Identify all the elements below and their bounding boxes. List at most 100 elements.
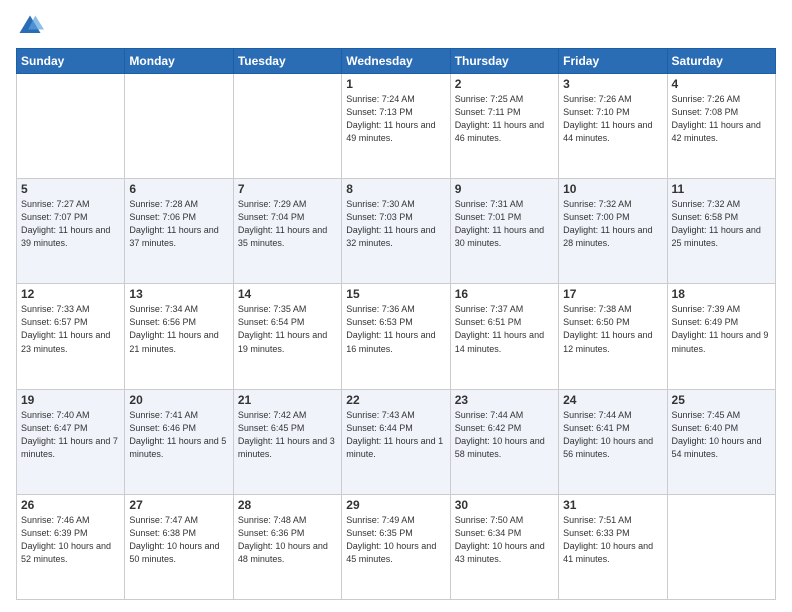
day-cell-2: 2 Sunrise: 7:25 AMSunset: 7:11 PMDaylight… [450,74,558,179]
day-info: Sunrise: 7:41 AMSunset: 6:46 PMDaylight:… [129,409,228,461]
day-number: 2 [455,77,554,91]
day-info: Sunrise: 7:42 AMSunset: 6:45 PMDaylight:… [238,409,337,461]
day-cell-3: 3 Sunrise: 7:26 AMSunset: 7:10 PMDaylight… [559,74,667,179]
weekday-header-saturday: Saturday [667,49,775,74]
day-cell-27: 27Sunrise: 7:47 AMSunset: 6:38 PMDayligh… [125,494,233,599]
day-info: Sunrise: 7:27 AMSunset: 7:07 PMDaylight:… [21,198,120,250]
day-number: 22 [346,393,445,407]
weekday-header-wednesday: Wednesday [342,49,450,74]
week-row-3: 12 Sunrise: 7:33 AMSunset: 6:57 PMDayligh… [17,284,776,389]
day-number: 30 [455,498,554,512]
day-cell-9: 9 Sunrise: 7:31 AMSunset: 7:01 PMDaylight… [450,179,558,284]
day-info: Sunrise: 7:25 AMSunset: 7:11 PMDaylight:… [455,93,554,145]
day-number: 24 [563,393,662,407]
day-cell-20: 20 Sunrise: 7:41 AMSunset: 6:46 PMDayligh… [125,389,233,494]
day-cell-21: 21 Sunrise: 7:42 AMSunset: 6:45 PMDayligh… [233,389,341,494]
day-number: 10 [563,182,662,196]
day-number: 7 [238,182,337,196]
weekday-header-tuesday: Tuesday [233,49,341,74]
day-number: 17 [563,287,662,301]
empty-cell [125,74,233,179]
day-cell-29: 29 Sunrise: 7:49 AMSunset: 6:35 PMDayligh… [342,494,450,599]
day-number: 9 [455,182,554,196]
weekday-header-friday: Friday [559,49,667,74]
day-cell-13: 13Sunrise: 7:34 AMSunset: 6:56 PMDayligh… [125,284,233,389]
day-cell-5: 5 Sunrise: 7:27 AMSunset: 7:07 PMDaylight… [17,179,125,284]
day-number: 13 [129,287,228,301]
day-info: Sunrise: 7:50 AMSunset: 6:34 PMDaylight:… [455,514,554,566]
day-cell-8: 8 Sunrise: 7:30 AMSunset: 7:03 PMDaylight… [342,179,450,284]
week-row-2: 5 Sunrise: 7:27 AMSunset: 7:07 PMDaylight… [17,179,776,284]
day-number: 29 [346,498,445,512]
day-number: 3 [563,77,662,91]
empty-cell [667,494,775,599]
day-cell-30: 30 Sunrise: 7:50 AMSunset: 6:34 PMDayligh… [450,494,558,599]
day-info: Sunrise: 7:43 AMSunset: 6:44 PMDaylight:… [346,409,445,461]
day-cell-7: 7 Sunrise: 7:29 AMSunset: 7:04 PMDaylight… [233,179,341,284]
day-info: Sunrise: 7:44 AMSunset: 6:42 PMDaylight:… [455,409,554,461]
day-info: Sunrise: 7:45 AMSunset: 6:40 PMDaylight:… [672,409,771,461]
day-info: Sunrise: 7:32 AMSunset: 7:00 PMDaylight:… [563,198,662,250]
logo-icon [16,12,44,40]
day-number: 20 [129,393,228,407]
logo [16,12,48,40]
day-info: Sunrise: 7:36 AMSunset: 6:53 PMDaylight:… [346,303,445,355]
day-info: Sunrise: 7:46 AMSunset: 6:39 PMDaylight:… [21,514,120,566]
day-info: Sunrise: 7:38 AMSunset: 6:50 PMDaylight:… [563,303,662,355]
week-row-1: 1 Sunrise: 7:24 AMSunset: 7:13 PMDaylight… [17,74,776,179]
day-cell-15: 15 Sunrise: 7:36 AMSunset: 6:53 PMDayligh… [342,284,450,389]
day-cell-26: 26 Sunrise: 7:46 AMSunset: 6:39 PMDayligh… [17,494,125,599]
day-number: 4 [672,77,771,91]
day-number: 12 [21,287,120,301]
day-cell-11: 11Sunrise: 7:32 AMSunset: 6:58 PMDayligh… [667,179,775,284]
day-number: 25 [672,393,771,407]
day-cell-12: 12 Sunrise: 7:33 AMSunset: 6:57 PMDayligh… [17,284,125,389]
day-cell-28: 28 Sunrise: 7:48 AMSunset: 6:36 PMDayligh… [233,494,341,599]
day-number: 27 [129,498,228,512]
weekday-header-monday: Monday [125,49,233,74]
day-cell-25: 25 Sunrise: 7:45 AMSunset: 6:40 PMDayligh… [667,389,775,494]
day-info: Sunrise: 7:32 AMSunset: 6:58 PMDaylight:… [672,198,771,250]
day-info: Sunrise: 7:49 AMSunset: 6:35 PMDaylight:… [346,514,445,566]
day-info: Sunrise: 7:29 AMSunset: 7:04 PMDaylight:… [238,198,337,250]
day-cell-4: 4 Sunrise: 7:26 AMSunset: 7:08 PMDaylight… [667,74,775,179]
day-info: Sunrise: 7:26 AMSunset: 7:10 PMDaylight:… [563,93,662,145]
day-cell-18: 18Sunrise: 7:39 AMSunset: 6:49 PMDayligh… [667,284,775,389]
day-number: 28 [238,498,337,512]
weekday-header-sunday: Sunday [17,49,125,74]
day-cell-14: 14Sunrise: 7:35 AMSunset: 6:54 PMDayligh… [233,284,341,389]
day-info: Sunrise: 7:30 AMSunset: 7:03 PMDaylight:… [346,198,445,250]
day-info: Sunrise: 7:51 AMSunset: 6:33 PMDaylight:… [563,514,662,566]
day-info: Sunrise: 7:26 AMSunset: 7:08 PMDaylight:… [672,93,771,145]
day-number: 16 [455,287,554,301]
day-number: 15 [346,287,445,301]
weekday-header-thursday: Thursday [450,49,558,74]
page: SundayMondayTuesdayWednesdayThursdayFrid… [0,0,792,612]
empty-cell [233,74,341,179]
day-cell-10: 10 Sunrise: 7:32 AMSunset: 7:00 PMDayligh… [559,179,667,284]
day-info: Sunrise: 7:28 AMSunset: 7:06 PMDaylight:… [129,198,228,250]
day-cell-22: 22 Sunrise: 7:43 AMSunset: 6:44 PMDayligh… [342,389,450,494]
day-number: 1 [346,77,445,91]
day-info: Sunrise: 7:24 AMSunset: 7:13 PMDaylight:… [346,93,445,145]
day-cell-19: 19 Sunrise: 7:40 AMSunset: 6:47 PMDayligh… [17,389,125,494]
day-number: 6 [129,182,228,196]
day-info: Sunrise: 7:31 AMSunset: 7:01 PMDaylight:… [455,198,554,250]
day-info: Sunrise: 7:48 AMSunset: 6:36 PMDaylight:… [238,514,337,566]
day-info: Sunrise: 7:44 AMSunset: 6:41 PMDaylight:… [563,409,662,461]
day-cell-17: 17 Sunrise: 7:38 AMSunset: 6:50 PMDayligh… [559,284,667,389]
day-number: 19 [21,393,120,407]
day-info: Sunrise: 7:37 AMSunset: 6:51 PMDaylight:… [455,303,554,355]
day-number: 8 [346,182,445,196]
day-info: Sunrise: 7:39 AMSunset: 6:49 PMDaylight:… [672,303,771,355]
calendar-table: SundayMondayTuesdayWednesdayThursdayFrid… [16,48,776,600]
day-number: 5 [21,182,120,196]
empty-cell [17,74,125,179]
day-info: Sunrise: 7:33 AMSunset: 6:57 PMDaylight:… [21,303,120,355]
day-cell-1: 1 Sunrise: 7:24 AMSunset: 7:13 PMDaylight… [342,74,450,179]
day-number: 21 [238,393,337,407]
day-info: Sunrise: 7:40 AMSunset: 6:47 PMDaylight:… [21,409,120,461]
day-number: 26 [21,498,120,512]
day-cell-16: 16 Sunrise: 7:37 AMSunset: 6:51 PMDayligh… [450,284,558,389]
day-number: 14 [238,287,337,301]
